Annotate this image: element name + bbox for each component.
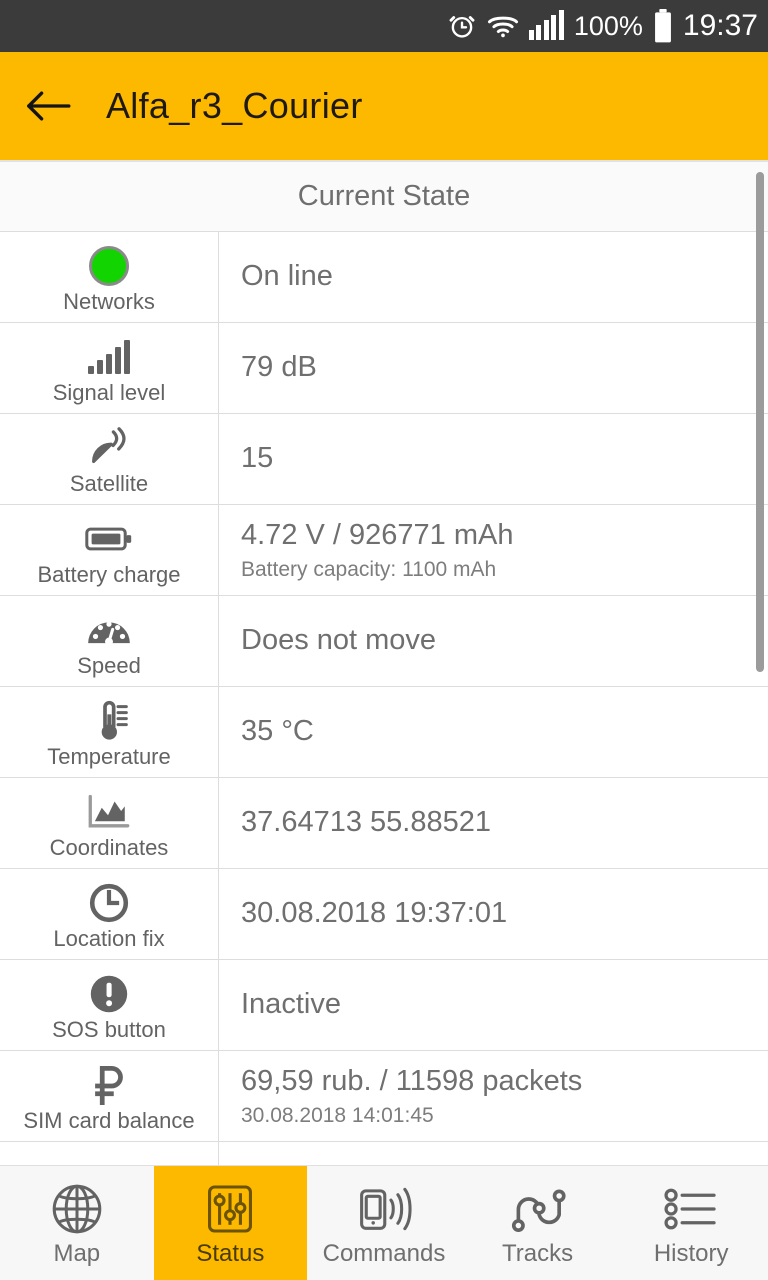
wifi-icon bbox=[487, 12, 519, 40]
row-icon-cell bbox=[0, 1142, 219, 1165]
list-icon bbox=[662, 1180, 720, 1238]
row-value-cell: 15 bbox=[219, 414, 768, 504]
speedometer-icon bbox=[86, 608, 132, 652]
battery-icon bbox=[85, 517, 133, 561]
back-button[interactable] bbox=[0, 52, 96, 160]
phone-wave-icon bbox=[355, 1180, 413, 1238]
row-icon-cell: Location fix bbox=[0, 869, 219, 959]
row-value: 35 °C bbox=[241, 715, 314, 748]
row-subvalue: Battery capacity: 1100 mAh bbox=[241, 558, 497, 582]
table-row[interactable]: Location fix 30.08.2018 19:37:01 bbox=[0, 869, 768, 960]
row-icon-cell: Coordinates bbox=[0, 778, 219, 868]
row-value: 37.64713 55.88521 bbox=[241, 806, 491, 839]
row-label: Temperature bbox=[47, 743, 171, 769]
table-row[interactable]: SIM card balance 69,59 rub. / 11598 pack… bbox=[0, 1051, 768, 1142]
signal-bars-icon bbox=[88, 335, 130, 379]
table-row[interactable]: Coordinates 37.64713 55.88521 bbox=[0, 778, 768, 869]
row-label: Location fix bbox=[53, 925, 165, 951]
cellular-signal-icon bbox=[528, 10, 564, 40]
table-row[interactable]: Signal level 79 dB bbox=[0, 323, 768, 414]
row-value: 30.08.2018 19:37:01 bbox=[241, 897, 508, 930]
row-value: 69,59 rub. / 11598 packets bbox=[241, 1064, 583, 1097]
bottom-navigation: Map Status Commands Tracks History bbox=[0, 1165, 768, 1280]
row-value: Does not move bbox=[241, 624, 437, 657]
row-value-cell: Does not move bbox=[219, 596, 768, 686]
row-value-cell: 35 °C bbox=[219, 687, 768, 777]
nav-item-map[interactable]: Map bbox=[0, 1166, 154, 1280]
status-bar-clock: 19:37 bbox=[682, 9, 758, 42]
nav-label: History bbox=[653, 1240, 729, 1267]
table-row[interactable] bbox=[0, 1142, 768, 1165]
thermometer-icon bbox=[89, 699, 129, 743]
android-status-bar: 100% 19:37 bbox=[0, 0, 768, 52]
row-value-cell: 37.64713 55.88521 bbox=[219, 778, 768, 868]
row-value-cell: 30.08.2018 19:37:01 bbox=[219, 869, 768, 959]
alarm-clock-icon bbox=[447, 11, 477, 41]
row-label: Battery charge bbox=[37, 561, 181, 587]
row-subvalue: 30.08.2018 14:01:45 bbox=[241, 1104, 434, 1128]
back-arrow-icon bbox=[27, 91, 71, 121]
row-value-cell: 4.72 V / 926771 mAh Battery capacity: 11… bbox=[219, 505, 768, 595]
app-bar: Alfa_r3_Courier bbox=[0, 52, 768, 160]
app-root: 100% 19:37 Alfa_r3_Courier Current State bbox=[0, 0, 768, 1280]
row-icon-cell: Signal level bbox=[0, 323, 219, 413]
battery-full-icon bbox=[653, 9, 673, 43]
satellite-dish-icon bbox=[87, 426, 131, 470]
globe-icon bbox=[49, 1180, 105, 1238]
exclamation-circle-icon bbox=[88, 972, 130, 1016]
table-row[interactable]: Battery charge 4.72 V / 926771 mAh Batte… bbox=[0, 505, 768, 596]
row-label: Satellite bbox=[69, 470, 149, 496]
nav-label: Tracks bbox=[502, 1240, 574, 1267]
section-title: Current State bbox=[0, 162, 768, 232]
status-row-list: Networks On line Signal level 79 dB Sate… bbox=[0, 232, 768, 1165]
ruble-sign-icon bbox=[89, 1063, 129, 1107]
battery-percent-label: 100% bbox=[573, 10, 643, 41]
nav-label: Status bbox=[196, 1240, 265, 1267]
table-row[interactable]: Satellite 15 bbox=[0, 414, 768, 505]
clock-icon bbox=[88, 881, 130, 925]
nav-label: Commands bbox=[322, 1240, 446, 1267]
row-label: Signal level bbox=[52, 379, 166, 405]
row-icon-cell: Temperature bbox=[0, 687, 219, 777]
route-icon bbox=[507, 1180, 569, 1238]
row-icon-cell: Satellite bbox=[0, 414, 219, 504]
row-icon-cell: Speed bbox=[0, 596, 219, 686]
page-title: Alfa_r3_Courier bbox=[106, 85, 363, 126]
status-content: Current State Networks On line Signal le… bbox=[0, 160, 768, 1165]
row-label: SOS button bbox=[52, 1016, 166, 1042]
row-label: SIM card balance bbox=[23, 1107, 195, 1133]
row-label: Networks bbox=[63, 288, 155, 314]
row-value: 79 dB bbox=[241, 351, 317, 384]
nav-item-status[interactable]: Status bbox=[153, 1166, 308, 1280]
nav-item-tracks[interactable]: Tracks bbox=[461, 1166, 615, 1280]
row-value: On line bbox=[241, 260, 333, 293]
table-row[interactable]: Speed Does not move bbox=[0, 596, 768, 687]
row-label: Speed bbox=[77, 652, 141, 678]
table-row[interactable]: Networks On line bbox=[0, 232, 768, 323]
sliders-icon bbox=[203, 1180, 257, 1238]
row-value-cell bbox=[219, 1142, 768, 1165]
nav-label: Map bbox=[53, 1240, 101, 1267]
table-row[interactable]: Temperature 35 °C bbox=[0, 687, 768, 778]
row-value-cell: Inactive bbox=[219, 960, 768, 1050]
row-value: Inactive bbox=[241, 988, 341, 1021]
row-icon-cell: Networks bbox=[0, 232, 219, 322]
row-value: 4.72 V / 926771 mAh bbox=[241, 518, 514, 551]
table-row[interactable]: SOS button Inactive bbox=[0, 960, 768, 1051]
nav-item-commands[interactable]: Commands bbox=[307, 1166, 461, 1280]
green-status-dot-icon bbox=[89, 244, 129, 288]
row-icon-cell: SIM card balance bbox=[0, 1051, 219, 1141]
row-value-cell: On line bbox=[219, 232, 768, 322]
coordinates-chart-icon bbox=[86, 790, 132, 834]
row-value-cell: 69,59 rub. / 11598 packets 30.08.2018 14… bbox=[219, 1051, 768, 1141]
row-label: Coordinates bbox=[49, 834, 169, 860]
row-icon-cell: SOS button bbox=[0, 960, 219, 1050]
nav-item-history[interactable]: History bbox=[614, 1166, 768, 1280]
row-value: 15 bbox=[241, 442, 274, 475]
row-value-cell: 79 dB bbox=[219, 323, 768, 413]
row-icon-cell: Battery charge bbox=[0, 505, 219, 595]
